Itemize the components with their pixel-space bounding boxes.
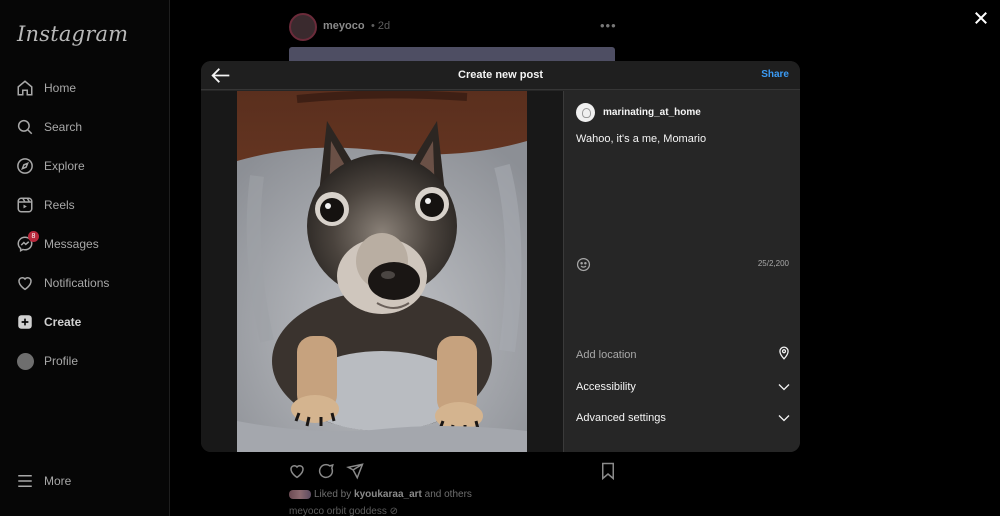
feed-post-avatar[interactable]	[289, 13, 317, 41]
post-details-pane: marinating_at_home Wahoo, it's a me, Mom…	[563, 91, 800, 452]
liked-by-user[interactable]: kyoukaraa_art	[354, 489, 422, 500]
location-pin-icon	[778, 346, 790, 365]
feed-post-time: • 2d	[371, 20, 391, 32]
sidebar-item-messages[interactable]: 8 Messages	[0, 229, 168, 259]
chevron-down-icon	[778, 409, 790, 427]
reels-icon	[16, 196, 34, 214]
like-icon[interactable]	[288, 462, 306, 480]
feed-caption-preview: meyoco orbit goddess ⊘	[289, 506, 398, 516]
modal-header: Create new post Share	[201, 61, 800, 90]
menu-icon	[16, 472, 34, 490]
sidebar-item-label: Home	[44, 81, 77, 95]
sidebar-item-home[interactable]: Home	[0, 73, 168, 103]
caption-textarea[interactable]: Wahoo, it's a me, Momario	[576, 133, 706, 145]
instagram-logo[interactable]: Instagram	[17, 22, 128, 46]
dog-photo	[237, 91, 527, 452]
feed-post-actions	[288, 462, 364, 480]
sidebar-item-create[interactable]: Create	[0, 307, 168, 337]
search-icon	[16, 118, 34, 136]
messenger-icon: 8	[16, 231, 39, 253]
add-location-field[interactable]: Add location	[564, 340, 800, 370]
liked-by-avatars	[289, 490, 311, 499]
create-post-modal: Create new post Share marinating_at_home…	[201, 61, 800, 452]
feed-post-username[interactable]: meyoco	[323, 20, 365, 32]
modal-title: Create new post	[458, 69, 543, 81]
sidebar-item-explore[interactable]: Explore	[0, 151, 168, 181]
sidebar-item-label: Notifications	[44, 276, 110, 290]
accessibility-section[interactable]: Accessibility	[564, 372, 800, 402]
chevron-down-icon	[778, 378, 790, 396]
advanced-settings-section[interactable]: Advanced settings	[564, 403, 800, 433]
sidebar-item-label: Search	[44, 120, 83, 134]
heart-icon	[16, 274, 34, 292]
sidebar-item-search[interactable]: Search	[0, 112, 168, 142]
avatar-icon	[16, 352, 34, 370]
liked-by-suffix[interactable]: and others	[425, 489, 472, 500]
author-avatar	[576, 103, 595, 122]
liked-by-prefix: Liked by	[314, 489, 352, 500]
comment-icon[interactable]	[317, 462, 335, 480]
sidebar-item-more[interactable]: More	[0, 466, 168, 496]
photo-preview-pane	[201, 91, 563, 452]
sidebar-item-reels[interactable]: Reels	[0, 190, 168, 220]
share-button[interactable]: Share	[761, 69, 789, 80]
home-icon	[16, 79, 34, 97]
share-icon[interactable]	[346, 462, 364, 480]
character-count: 25/2,200	[757, 259, 789, 268]
accessibility-label: Accessibility	[576, 381, 636, 393]
unread-badge: 8	[28, 231, 39, 242]
sidebar-nav: Instagram Home Search Explore Reels 8 Me…	[0, 0, 170, 516]
bookmark-icon[interactable]	[600, 462, 616, 485]
sidebar-item-label: Profile	[44, 354, 79, 368]
more-options-icon[interactable]: •••	[600, 18, 617, 33]
sidebar-item-label: Reels	[44, 198, 75, 212]
sidebar-item-label: Messages	[44, 237, 99, 251]
author-username: marinating_at_home	[603, 107, 701, 118]
compass-icon	[16, 157, 34, 175]
sidebar-item-profile[interactable]: Profile	[0, 346, 168, 376]
liked-by-line: Liked by kyoukaraa_art and others	[289, 489, 472, 500]
sidebar-item-label: Explore	[44, 159, 85, 173]
sidebar-item-notifications[interactable]: Notifications	[0, 268, 168, 298]
advanced-settings-label: Advanced settings	[576, 412, 666, 424]
plus-square-icon	[16, 313, 34, 331]
sidebar-item-label: Create	[44, 315, 82, 329]
add-location-placeholder: Add location	[576, 349, 637, 361]
sidebar-item-label: More	[44, 474, 72, 488]
close-icon[interactable]	[972, 9, 990, 27]
emoji-icon[interactable]	[576, 257, 591, 277]
